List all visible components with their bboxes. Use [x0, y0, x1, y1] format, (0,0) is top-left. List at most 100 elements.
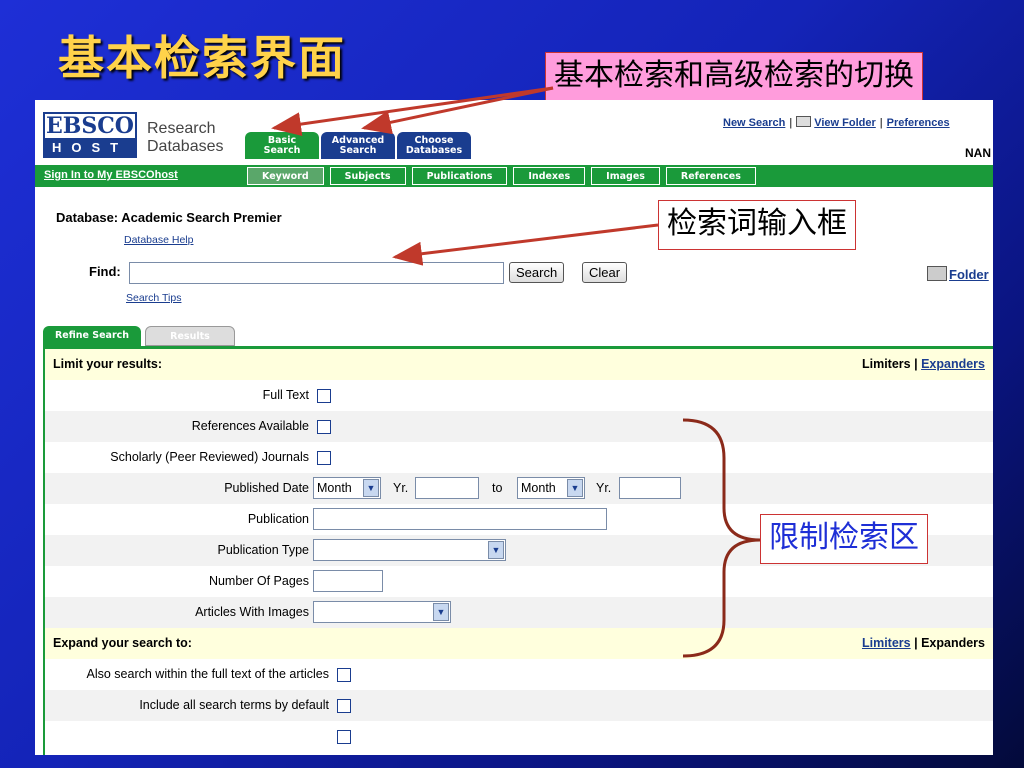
- database-label: Database: Academic Search Premier: [56, 210, 282, 225]
- full-text-checkbox[interactable]: [317, 389, 331, 403]
- number-of-pages-label: Number Of Pages: [208, 574, 309, 588]
- find-input[interactable]: [129, 262, 504, 284]
- nav-bar: Sign In to My EBSCOhost Keyword Subjects…: [35, 165, 993, 187]
- chevron-down-icon: ▼: [433, 603, 449, 621]
- subtabs: Keyword Subjects Publications Indexes Im…: [247, 167, 756, 185]
- subtab-publications[interactable]: Publications: [411, 167, 508, 185]
- to-label: to: [492, 481, 503, 495]
- row-references-available: References Available: [45, 411, 993, 442]
- expanders-link[interactable]: Expanders: [921, 357, 985, 371]
- research-label: Research: [147, 120, 216, 137]
- callout-limit-area: 限制检索区: [760, 514, 928, 564]
- search-button[interactable]: Search: [509, 262, 565, 283]
- clear-button[interactable]: Clear: [582, 262, 628, 283]
- databases-label: Databases: [147, 138, 224, 155]
- tab-basic-search[interactable]: Basic Search: [245, 132, 319, 159]
- limit-heading: Limit your results:: [53, 357, 163, 371]
- callout-search-switch: 基本检索和高级检索的切换: [545, 52, 923, 102]
- row-also-search-full-text: Also search within the full text of the …: [45, 659, 993, 690]
- search-mode-tabs: Basic Search Advanced Search Choose Data…: [245, 132, 471, 159]
- tab-refine-search[interactable]: Refine Search: [43, 326, 141, 346]
- toplink-separator: |: [879, 117, 883, 129]
- expand-toggle: Limiters | Expanders: [862, 636, 985, 650]
- logo-host-text: HOST: [43, 138, 137, 158]
- from-year-label: Yr.: [393, 481, 409, 495]
- logo-ebsco-text: EBSCO: [43, 112, 137, 138]
- limiters-separator: |: [914, 357, 918, 371]
- subtab-indexes[interactable]: Indexes: [513, 167, 586, 185]
- chevron-down-icon: ▼: [567, 479, 583, 497]
- chevron-down-icon: ▼: [488, 541, 504, 559]
- tab-choose-line2: Databases: [405, 145, 463, 156]
- expanders-label: Expanders: [921, 636, 985, 650]
- scholarly-label: Scholarly (Peer Reviewed) Journals: [110, 450, 309, 464]
- also-search-label: Also search within the full text of the …: [86, 667, 329, 681]
- row-number-of-pages: Number Of Pages: [45, 566, 993, 597]
- view-folder-link[interactable]: View Folder: [814, 117, 876, 129]
- number-of-pages-input[interactable]: [313, 570, 383, 592]
- references-available-label: References Available: [191, 419, 309, 433]
- tab-advanced-search[interactable]: Advanced Search: [321, 132, 395, 159]
- tab-basic-line2: Search: [263, 145, 301, 156]
- limiters-link[interactable]: Limiters: [862, 636, 911, 650]
- folder-link[interactable]: Folder: [927, 266, 989, 282]
- signin-link[interactable]: Sign In to My EBSCOhost: [44, 169, 178, 181]
- full-text-label: Full Text: [262, 388, 309, 402]
- folder-link-label: Folder: [949, 267, 989, 282]
- limit-heading-row: Limit your results: Limiters | Expanders: [45, 349, 993, 380]
- to-month-value: Month: [521, 481, 556, 495]
- to-year-input[interactable]: [619, 477, 681, 499]
- from-year-input[interactable]: [415, 477, 479, 499]
- to-year-label: Yr.: [596, 481, 612, 495]
- row-include-all-terms: Include all search terms by default: [45, 690, 993, 721]
- row-full-text: Full Text: [45, 380, 993, 411]
- publication-label: Publication: [247, 512, 309, 526]
- subtab-references[interactable]: References: [665, 167, 756, 185]
- publication-input[interactable]: [313, 508, 607, 530]
- row-articles-with-images: Articles With Images ▼: [45, 597, 993, 628]
- user-name: NAN: [965, 146, 991, 160]
- subtab-keyword[interactable]: Keyword: [247, 167, 324, 185]
- folder-icon: [796, 116, 812, 127]
- tab-results[interactable]: Results: [145, 326, 235, 346]
- limiters-label: Limiters: [861, 357, 911, 371]
- new-search-link[interactable]: New Search: [723, 117, 785, 129]
- slide-title: 基本检索界面: [58, 31, 346, 85]
- search-tips-link[interactable]: Search Tips: [126, 292, 181, 304]
- partial-expander-checkbox[interactable]: [337, 730, 351, 744]
- from-month-value: Month: [317, 481, 352, 495]
- scholarly-checkbox[interactable]: [317, 451, 331, 465]
- publication-type-select[interactable]: ▼: [313, 539, 506, 561]
- ebsco-logo: EBSCO HOST: [43, 112, 137, 158]
- published-date-label: Published Date: [224, 481, 309, 495]
- database-help-link[interactable]: Database Help: [124, 234, 193, 246]
- callout-find-box: 检索词输入框: [658, 200, 856, 250]
- publication-type-label: Publication Type: [217, 543, 310, 557]
- also-search-checkbox[interactable]: [337, 668, 351, 682]
- ebsco-panel: EBSCO HOST Research Databases Basic Sear…: [35, 100, 993, 755]
- toplink-separator: |: [789, 117, 793, 129]
- published-from-month-select[interactable]: Month ▼: [313, 477, 381, 499]
- subtab-subjects[interactable]: Subjects: [329, 167, 406, 185]
- folder-icon: [927, 266, 947, 281]
- top-links: New Search | View Folder | Preferences: [723, 116, 950, 129]
- include-all-checkbox[interactable]: [337, 699, 351, 713]
- row-scholarly: Scholarly (Peer Reviewed) Journals: [45, 442, 993, 473]
- find-label: Find:: [89, 264, 121, 279]
- expanders-separator: |: [914, 636, 918, 650]
- articles-with-images-label: Articles With Images: [195, 605, 309, 619]
- tab-choose-databases[interactable]: Choose Databases: [397, 132, 471, 159]
- expand-heading: Expand your search to:: [53, 636, 192, 650]
- research-databases-label: Research Databases: [147, 120, 224, 156]
- row-published-date: Published Date Month ▼ Yr. to Month ▼ Yr.: [45, 473, 993, 504]
- subtab-images[interactable]: Images: [591, 167, 660, 185]
- chevron-down-icon: ▼: [363, 479, 379, 497]
- expand-heading-row: Expand your search to: Limiters | Expand…: [45, 628, 993, 659]
- preferences-link[interactable]: Preferences: [887, 117, 950, 129]
- articles-with-images-select[interactable]: ▼: [313, 601, 451, 623]
- include-all-label: Include all search terms by default: [139, 698, 329, 712]
- references-available-checkbox[interactable]: [317, 420, 331, 434]
- tab-advanced-line2: Search: [339, 145, 377, 156]
- published-to-month-select[interactable]: Month ▼: [517, 477, 585, 499]
- row-partial-expander: [45, 721, 993, 752]
